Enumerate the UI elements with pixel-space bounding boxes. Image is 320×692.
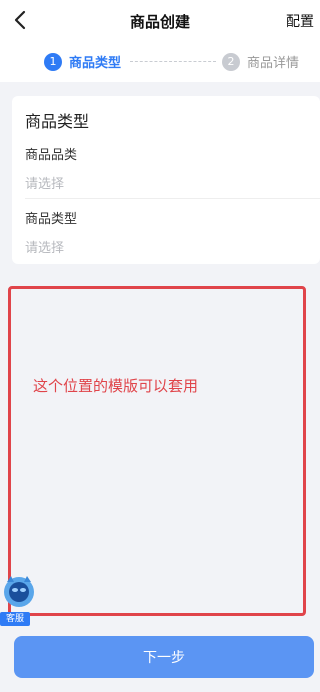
template-area: 这个位置的模版可以套用 xyxy=(8,286,306,616)
step-label: 商品详情 xyxy=(247,56,300,71)
page-title: 商品创建 xyxy=(129,13,190,31)
card-title: 商品类型 xyxy=(25,112,90,131)
step-number: 1 xyxy=(44,52,62,71)
category-field[interactable]: 商品品类 请选择 xyxy=(25,144,320,192)
type-field[interactable]: 商品类型 请选择 xyxy=(25,208,320,256)
config-button[interactable]: 配置 xyxy=(286,11,314,31)
customer-service-widget[interactable]: 客服 xyxy=(0,572,38,628)
step-number: 2 xyxy=(222,52,240,71)
field-label: 商品类型 xyxy=(25,212,78,227)
field-label: 商品品类 xyxy=(25,148,78,163)
template-annotation: 这个位置的模版可以套用 xyxy=(33,377,199,395)
next-button[interactable]: 下一步 xyxy=(14,636,314,678)
step-label: 商品类型 xyxy=(69,56,122,71)
customer-service-label: 客服 xyxy=(0,612,30,626)
type-select[interactable]: 请选择 xyxy=(25,237,320,256)
divider xyxy=(25,198,320,199)
step-connector xyxy=(130,61,216,62)
header: 商品创建 配置 xyxy=(0,0,320,40)
category-select[interactable]: 请选择 xyxy=(25,173,320,192)
stepper: 1 商品类型 2 商品详情 xyxy=(0,40,320,82)
step-product-type[interactable]: 1 商品类型 xyxy=(44,52,121,71)
product-type-card: 商品类型 商品品类 请选择 商品类型 请选择 xyxy=(12,96,320,264)
step-product-detail[interactable]: 2 商品详情 xyxy=(222,52,299,71)
customer-service-icon xyxy=(2,572,36,612)
